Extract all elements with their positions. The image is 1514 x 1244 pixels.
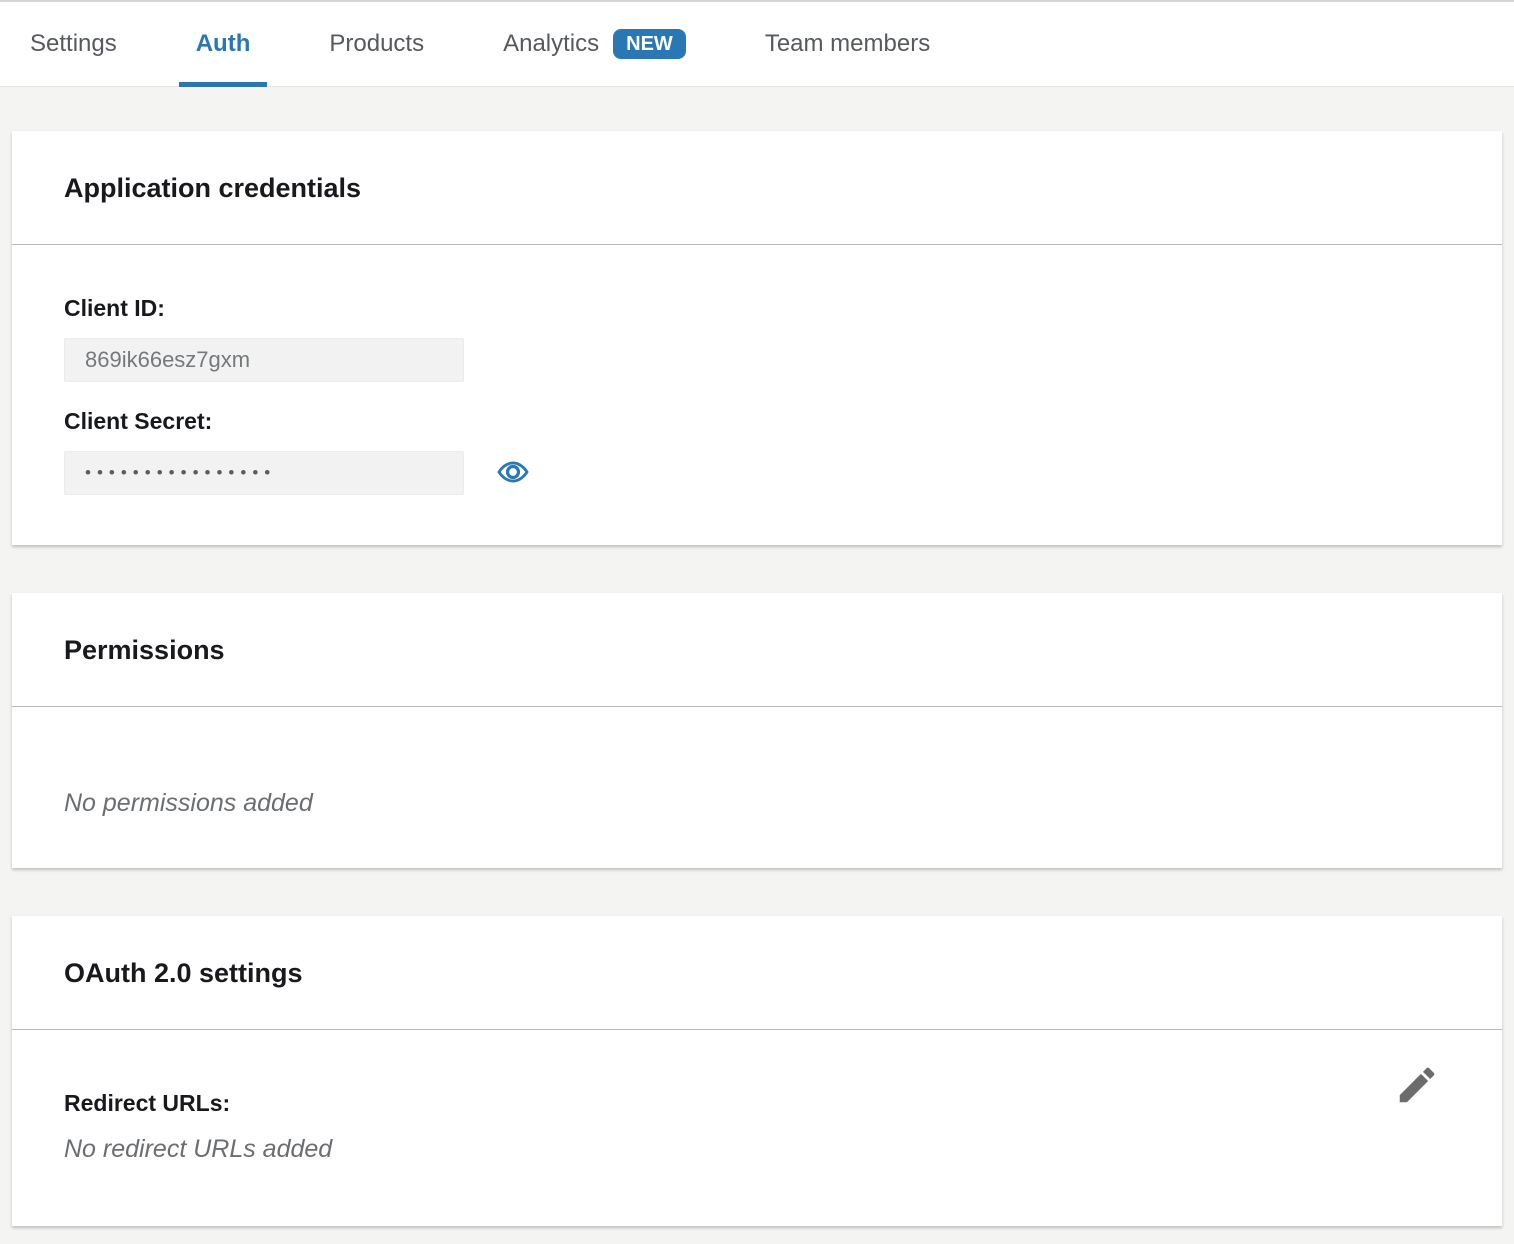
permissions-title: Permissions	[64, 635, 1450, 666]
reveal-secret-button[interactable]	[496, 456, 530, 491]
tab-bar: Settings Auth Products Analytics NEW Tea…	[0, 0, 1514, 87]
tab-settings-label: Settings	[30, 30, 117, 58]
oauth-settings-body: Redirect URLs: No redirect URLs added	[12, 1030, 1502, 1226]
application-credentials-title: Application credentials	[64, 173, 1450, 204]
tab-products[interactable]: Products	[312, 2, 441, 86]
oauth-settings-title: OAuth 2.0 settings	[64, 958, 1450, 989]
main-content: Application credentials Client ID: 869ik…	[0, 87, 1514, 1234]
tab-analytics-label: Analytics	[503, 30, 599, 58]
pencil-icon	[1394, 1096, 1440, 1111]
client-id-label: Client ID:	[64, 295, 1450, 322]
eye-icon	[496, 456, 530, 491]
tab-settings[interactable]: Settings	[13, 2, 134, 86]
oauth-settings-card: OAuth 2.0 settings Redirect URLs: No red…	[12, 916, 1502, 1226]
application-credentials-card: Application credentials Client ID: 869ik…	[12, 131, 1502, 545]
redirect-urls-label: Redirect URLs:	[64, 1090, 1450, 1117]
permissions-header: Permissions	[12, 593, 1502, 707]
client-secret-masked-value: ••••••••••••••••	[64, 451, 464, 495]
no-permissions-text: No permissions added	[64, 789, 1450, 818]
tab-auth-label: Auth	[196, 30, 251, 58]
tab-auth[interactable]: Auth	[179, 2, 268, 86]
permissions-card: Permissions No permissions added	[12, 593, 1502, 868]
new-badge: NEW	[613, 29, 686, 59]
no-redirect-urls-text: No redirect URLs added	[64, 1135, 1450, 1164]
client-id-value: 869ik66esz7gxm	[64, 338, 464, 382]
oauth-settings-header: OAuth 2.0 settings	[12, 916, 1502, 1030]
application-credentials-body: Client ID: 869ik66esz7gxm Client Secret:…	[12, 245, 1502, 545]
tab-products-label: Products	[329, 30, 424, 58]
client-secret-label: Client Secret:	[64, 408, 1450, 435]
client-secret-row: ••••••••••••••••	[64, 451, 1450, 495]
permissions-body: No permissions added	[12, 707, 1502, 868]
application-credentials-header: Application credentials	[12, 131, 1502, 245]
tab-analytics[interactable]: Analytics NEW	[486, 2, 703, 86]
tab-team-members-label: Team members	[765, 30, 930, 58]
edit-redirect-urls-button[interactable]	[1394, 1062, 1440, 1111]
tab-team-members[interactable]: Team members	[748, 2, 947, 86]
